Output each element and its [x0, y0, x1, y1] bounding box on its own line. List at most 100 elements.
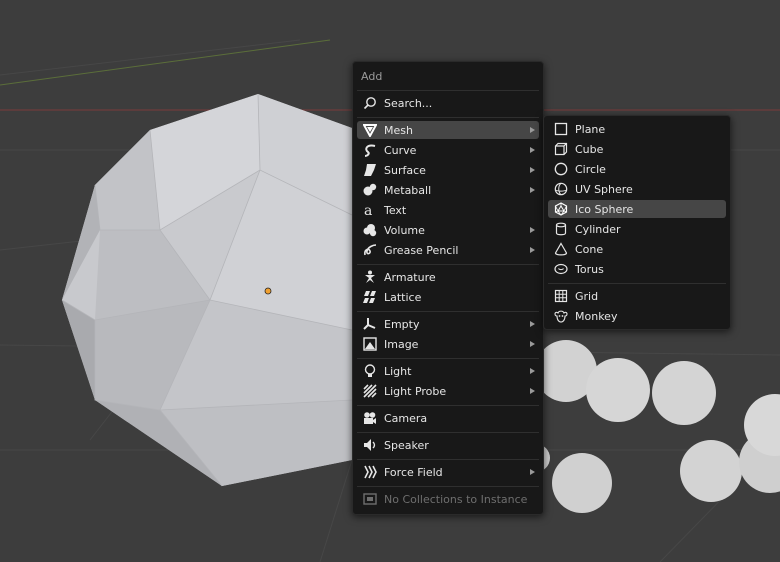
menu-item-grease-pencil[interactable]: Grease Pencil [357, 241, 539, 259]
text-icon: a [362, 202, 378, 218]
menu-separator [357, 486, 539, 487]
submenu-arrow-icon [530, 147, 535, 153]
menu-item-label: Plane [575, 122, 606, 136]
menu-separator [357, 264, 539, 265]
menu-separator [357, 358, 539, 359]
submenu-arrow-icon [530, 247, 535, 253]
menu-item-text[interactable]: a Text [357, 201, 539, 219]
mesh-submenu: Plane Cube Circle UV Sphere Ico Sphere C… [543, 115, 731, 330]
menu-separator [548, 283, 726, 284]
menu-item-label: No Collections to Instance [384, 492, 528, 506]
search-menu-item[interactable]: Search... [357, 94, 539, 112]
menu-separator [357, 432, 539, 433]
submenu-arrow-icon [530, 167, 535, 173]
ico-sphere-icon [553, 201, 569, 217]
menu-item-label: Armature [384, 270, 436, 284]
armature-icon [362, 269, 378, 285]
add-menu: Add Search... Mesh Curve Surface Metabal… [352, 61, 544, 515]
surface-icon [362, 162, 378, 178]
menu-item-label: Image [384, 337, 419, 351]
menu-item-collection-instance: No Collections to Instance [357, 490, 539, 508]
menu-item-label: Volume [384, 223, 425, 237]
menu-item-light-probe[interactable]: Light Probe [357, 382, 539, 400]
menu-item-label: Cube [575, 142, 604, 156]
submenu-arrow-icon [530, 341, 535, 347]
menu-item-label: Circle [575, 162, 606, 176]
menu-item-label: Metaball [384, 183, 432, 197]
menu-item-label: Light Probe [384, 384, 447, 398]
cube-icon [553, 141, 569, 157]
metaball-icon [362, 182, 378, 198]
menu-item-image[interactable]: Image [357, 335, 539, 353]
menu-item-label: Torus [575, 262, 604, 276]
submenu-item-grid[interactable]: Grid [548, 287, 726, 305]
cylinder-icon [553, 221, 569, 237]
submenu-arrow-icon [530, 469, 535, 475]
menu-item-label: Light [384, 364, 412, 378]
light-icon [362, 363, 378, 379]
camera-icon [362, 410, 378, 426]
plane-icon [553, 121, 569, 137]
menu-separator [357, 405, 539, 406]
grid-icon [553, 288, 569, 304]
volume-icon [362, 222, 378, 238]
monkey-icon [553, 308, 569, 324]
menu-item-label: Cone [575, 242, 604, 256]
menu-item-label: Grease Pencil [384, 243, 459, 257]
submenu-item-cylinder[interactable]: Cylinder [548, 220, 726, 238]
menu-item-label: Text [384, 203, 407, 217]
menu-item-lattice[interactable]: Lattice [357, 288, 539, 306]
menu-item-curve[interactable]: Curve [357, 141, 539, 159]
menu-separator [357, 311, 539, 312]
search-label: Search... [384, 96, 433, 110]
menu-item-mesh[interactable]: Mesh [357, 121, 539, 139]
mesh-icon [362, 122, 378, 138]
submenu-item-torus[interactable]: Torus [548, 260, 726, 278]
submenu-item-uv-sphere[interactable]: UV Sphere [548, 180, 726, 198]
curve-icon [362, 142, 378, 158]
grease-pencil-icon [362, 242, 378, 258]
add-menu-title: Add [361, 70, 383, 83]
menu-item-metaball[interactable]: Metaball [357, 181, 539, 199]
menu-item-label: Mesh [384, 123, 413, 137]
image-icon [362, 336, 378, 352]
object-origin-dot [264, 287, 272, 295]
search-icon [362, 95, 378, 111]
light-probe-icon [362, 383, 378, 399]
submenu-item-cone[interactable]: Cone [548, 240, 726, 258]
menu-item-surface[interactable]: Surface [357, 161, 539, 179]
submenu-arrow-icon [530, 321, 535, 327]
menu-item-label: Force Field [384, 465, 443, 479]
menu-item-speaker[interactable]: Speaker [357, 436, 539, 454]
submenu-item-cube[interactable]: Cube [548, 140, 726, 158]
uv-sphere-icon [553, 181, 569, 197]
submenu-item-plane[interactable]: Plane [548, 120, 726, 138]
menu-separator [357, 90, 539, 91]
submenu-arrow-icon [530, 368, 535, 374]
menu-item-label: UV Sphere [575, 182, 633, 196]
submenu-item-monkey[interactable]: Monkey [548, 307, 726, 325]
submenu-item-circle[interactable]: Circle [548, 160, 726, 178]
menu-item-camera[interactable]: Camera [357, 409, 539, 427]
submenu-item-ico-sphere[interactable]: Ico Sphere [548, 200, 726, 218]
cone-icon [553, 241, 569, 257]
menu-separator [357, 459, 539, 460]
menu-item-armature[interactable]: Armature [357, 268, 539, 286]
force-field-icon [362, 464, 378, 480]
menu-item-empty[interactable]: Empty [357, 315, 539, 333]
menu-item-label: Speaker [384, 438, 429, 452]
menu-item-light[interactable]: Light [357, 362, 539, 380]
speaker-icon [362, 437, 378, 453]
empty-icon [362, 316, 378, 332]
submenu-arrow-icon [530, 187, 535, 193]
menu-item-label: Surface [384, 163, 426, 177]
submenu-arrow-icon [530, 127, 535, 133]
menu-item-label: Grid [575, 289, 599, 303]
menu-item-label: Cylinder [575, 222, 621, 236]
torus-icon [553, 261, 569, 277]
svg-text:a: a [364, 203, 372, 217]
menu-item-volume[interactable]: Volume [357, 221, 539, 239]
menu-item-label: Monkey [575, 309, 618, 323]
submenu-arrow-icon [530, 388, 535, 394]
menu-item-force-field[interactable]: Force Field [357, 463, 539, 481]
